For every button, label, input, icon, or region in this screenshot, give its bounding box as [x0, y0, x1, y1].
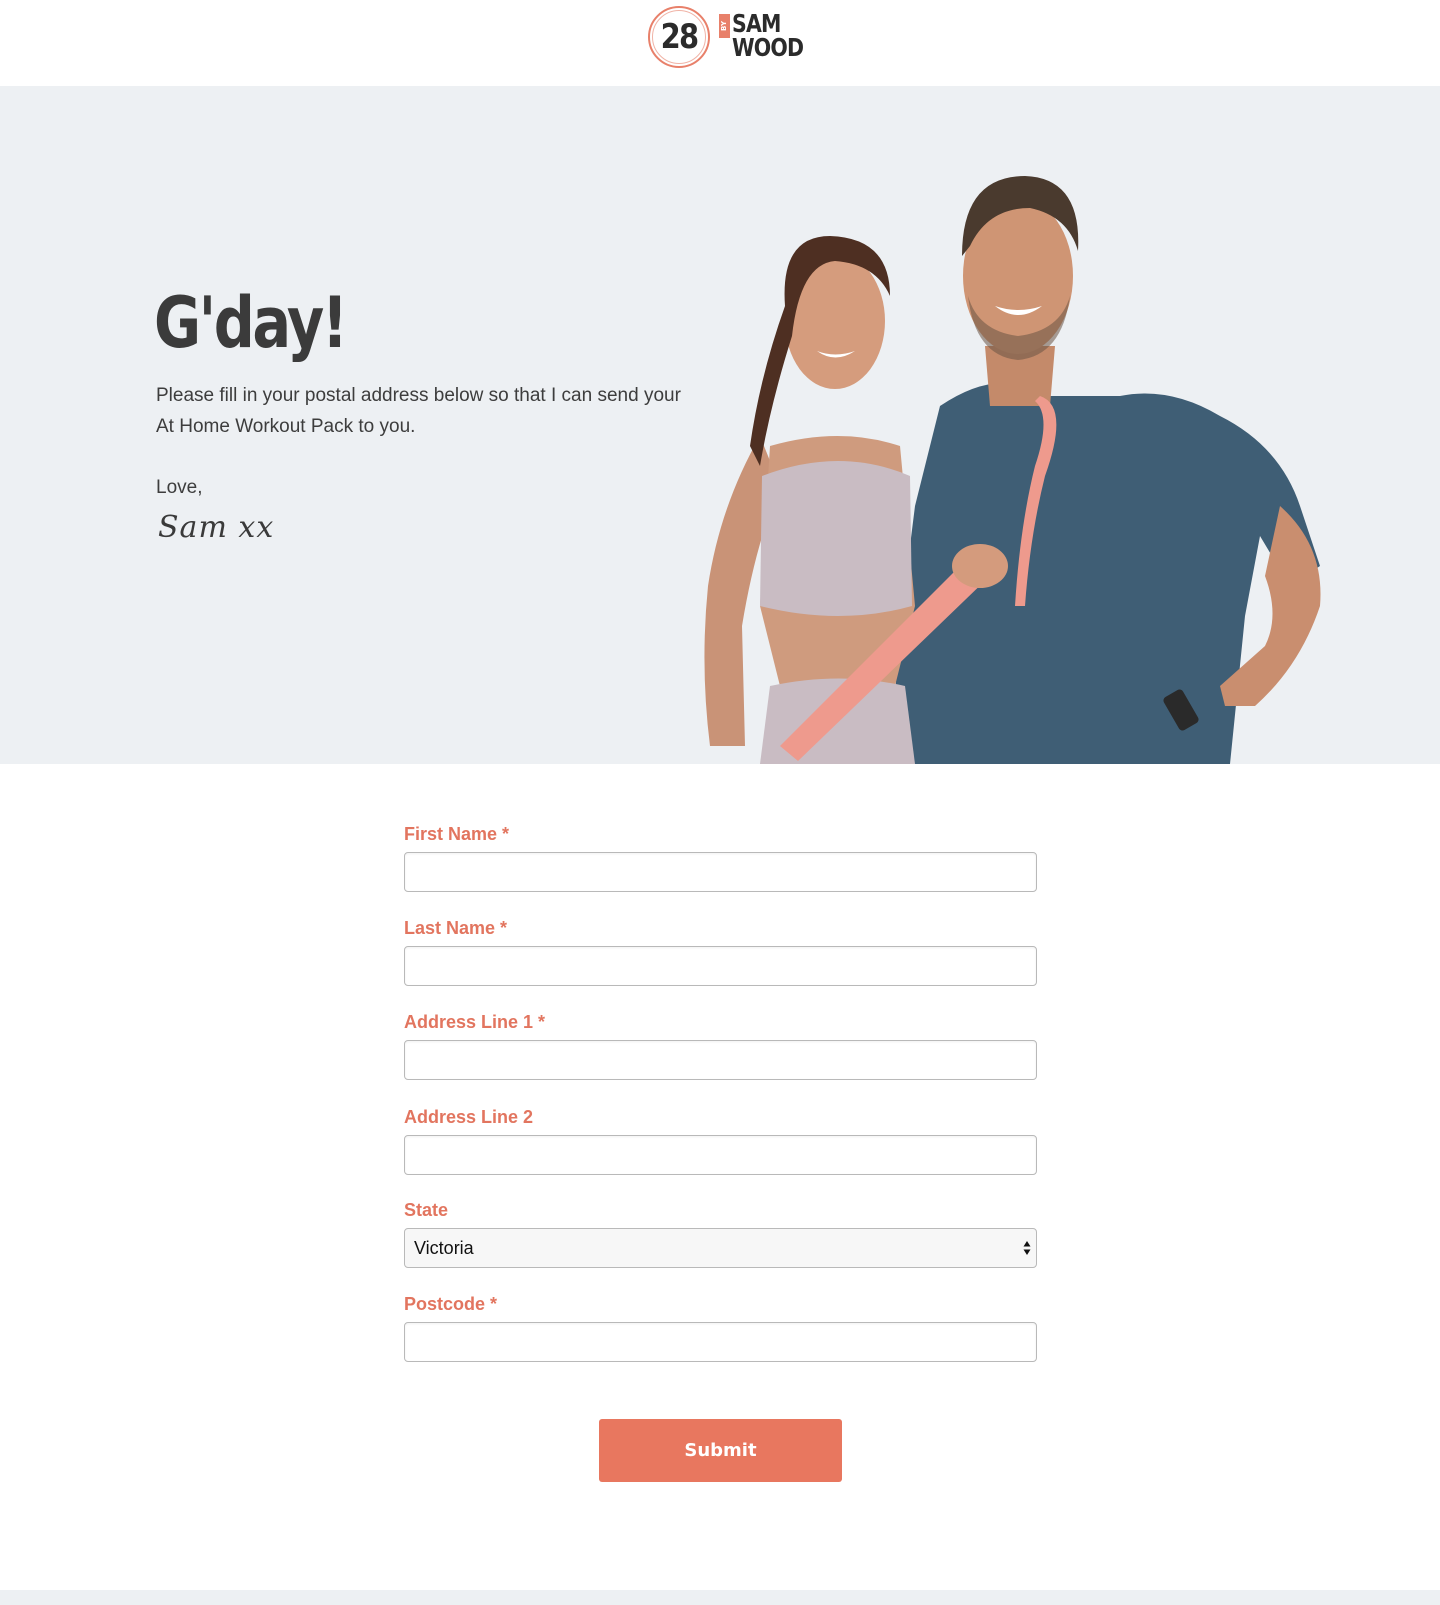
select-updown-icon: [1023, 1241, 1031, 1255]
logo-word-wood: WOOD: [732, 33, 804, 62]
address-line-2-label: Address Line 2: [404, 1107, 534, 1127]
logo-by-tag: BY: [719, 14, 730, 38]
state-label: State: [404, 1200, 449, 1220]
submit-button[interactable]: Submit: [599, 1419, 842, 1482]
logo-28-by-sam-wood[interactable]: 28 BY SAM WOOD: [648, 6, 804, 68]
hero-intro-text: Please fill in your postal address below…: [156, 385, 681, 437]
state-select-value: Victoria: [414, 1238, 474, 1258]
postcode-input[interactable]: [404, 1322, 1037, 1362]
first-name-label: First Name *: [404, 824, 510, 844]
footer-strip: [0, 1590, 1440, 1605]
address-line-2-field: Address Line 2: [404, 1105, 1037, 1175]
page-title: G'day!: [154, 282, 348, 364]
postcode-field: Postcode *: [404, 1292, 1037, 1362]
hero-signature: Sam xx: [158, 510, 275, 545]
hero-love-text: Love,: [156, 477, 203, 498]
last-name-field: Last Name *: [404, 916, 1037, 986]
logo-number: 28: [660, 17, 700, 57]
site-header: 28 BY SAM WOOD: [0, 0, 1440, 86]
address-line-1-field: Address Line 1 *: [404, 1010, 1037, 1080]
address-line-2-input[interactable]: [404, 1135, 1037, 1175]
state-field: State Victoria: [404, 1198, 1037, 1268]
hero-section: G'day! Please fill in your postal addres…: [0, 86, 1440, 764]
hero-couple-photo: [704, 176, 1321, 764]
address-line-1-input[interactable]: [404, 1040, 1037, 1080]
woman-top: [760, 461, 912, 616]
state-select[interactable]: Victoria: [404, 1228, 1037, 1268]
first-name-field: First Name *: [404, 822, 1037, 892]
last-name-label: Last Name *: [404, 918, 508, 938]
first-name-input[interactable]: [404, 852, 1037, 892]
address-line-1-label: Address Line 1 *: [404, 1012, 546, 1032]
woman-hand: [952, 544, 1008, 588]
last-name-input[interactable]: [404, 946, 1037, 986]
postcode-label: Postcode *: [404, 1294, 498, 1314]
